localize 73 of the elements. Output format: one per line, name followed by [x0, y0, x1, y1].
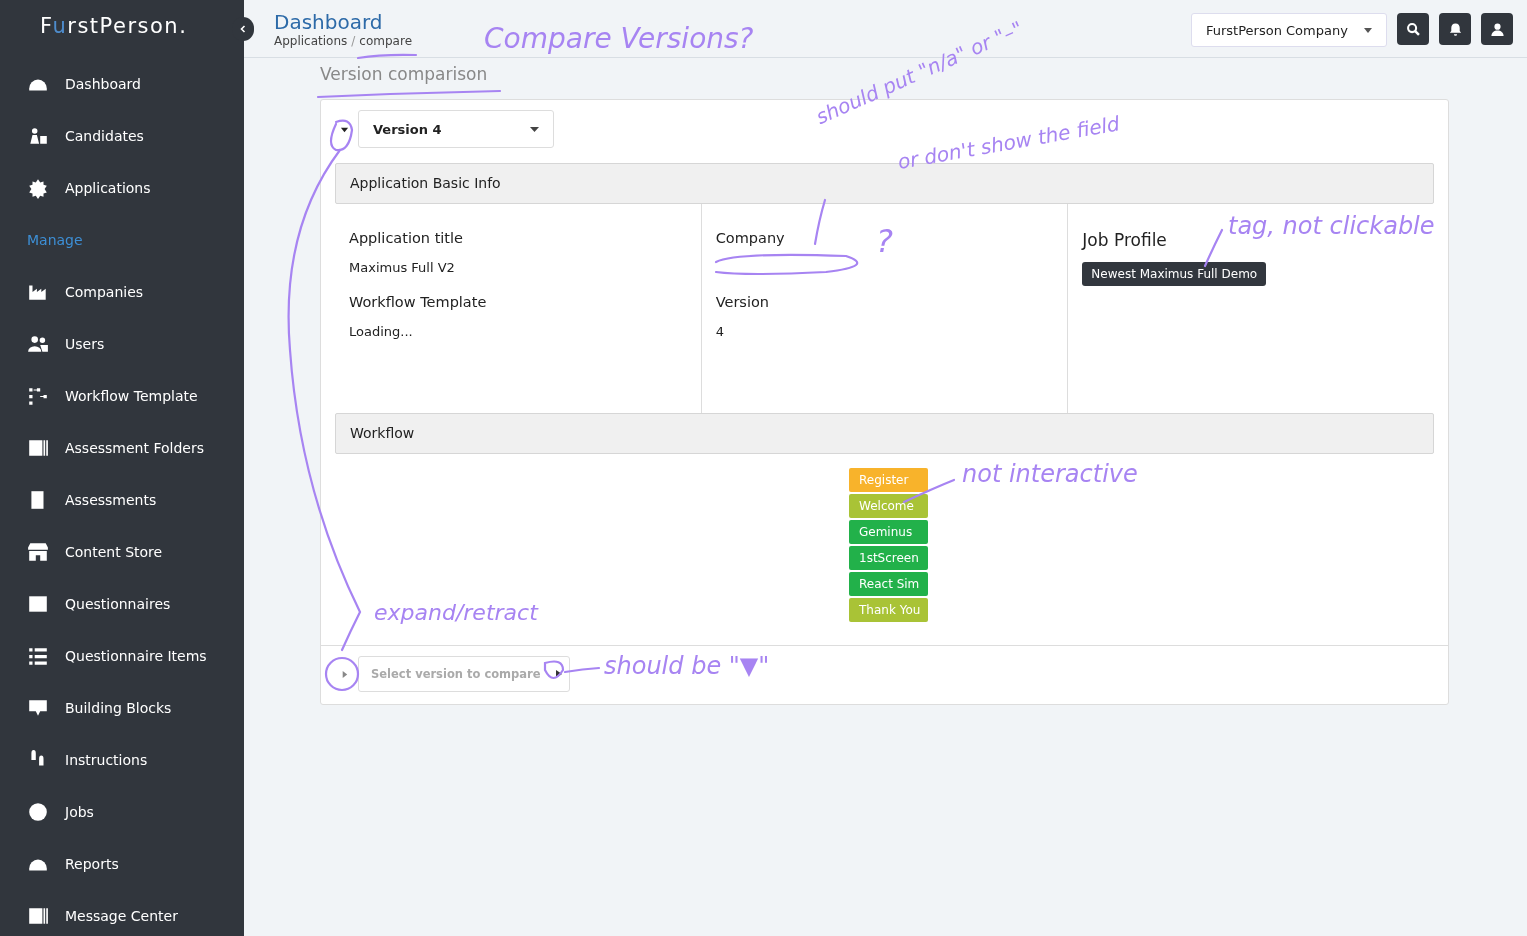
leader-line — [563, 666, 601, 674]
sidebar-item[interactable]: Questionnaires — [0, 578, 244, 630]
version-dropdown[interactable]: Version 4 — [358, 110, 554, 148]
sidebar-item[interactable]: Users — [0, 318, 244, 370]
workflow-step: Welcome — [849, 494, 928, 518]
sidebar-item[interactable]: Jobs — [0, 786, 244, 838]
breadcrumb-link[interactable]: Applications — [274, 34, 348, 48]
breadcrumb-separator: / — [351, 34, 356, 48]
nav-icon — [27, 125, 49, 147]
bell-icon — [1447, 21, 1463, 37]
workflow-step: Geminus — [849, 520, 928, 544]
sidebar-item[interactable]: Reports — [0, 838, 244, 890]
job-profile-tag: Newest Maximus Full Demo — [1082, 262, 1267, 286]
sidebar-item[interactable]: Instructions — [0, 734, 244, 786]
caret-icon — [556, 670, 562, 678]
caret-icon — [1364, 27, 1372, 33]
field-value: Loading... — [349, 324, 414, 340]
user-icon — [1489, 21, 1505, 37]
handwritten-note: should be "▼" — [604, 652, 770, 680]
annotation-underline — [356, 53, 418, 60]
sidebar-item[interactable]: Assessment Folders — [0, 422, 244, 474]
annotation-circle — [324, 656, 360, 692]
sidebar-item[interactable]: Candidates — [0, 110, 244, 162]
compare-version-dropdown[interactable]: Select version to compare — [358, 656, 570, 692]
section-header: Workflow — [335, 413, 1434, 454]
page-header-title: Dashboard — [274, 10, 384, 34]
search-icon — [1405, 21, 1421, 37]
field-label: Workflow Template — [349, 294, 487, 310]
sidebar-item[interactable]: Message Center — [0, 890, 244, 936]
sidebar-item[interactable]: Applications — [0, 162, 244, 214]
field-label: Version — [715, 294, 769, 310]
user-button[interactable] — [1481, 13, 1513, 45]
sidebar-section-label: Manage — [26, 231, 84, 250]
nav-icon — [27, 801, 49, 823]
nav-icon — [27, 333, 49, 355]
handwritten-note: not interactive — [962, 460, 1138, 488]
sidebar-item[interactable]: Questionnaire Items — [0, 630, 244, 682]
workflow-step: Register — [849, 468, 928, 492]
nav-icon — [27, 905, 49, 927]
field-label: Company — [715, 230, 785, 246]
handwritten-note: Compare Versions? — [484, 22, 754, 55]
notifications-button[interactable] — [1439, 13, 1471, 45]
sidebar-item[interactable]: Dashboard — [0, 58, 244, 110]
nav-icon — [27, 437, 49, 459]
sidebar-item[interactable]: Building Blocks — [0, 682, 244, 734]
sidebar-item[interactable]: Assessments — [0, 474, 244, 526]
handwritten-note: expand/retract — [374, 600, 538, 625]
nav-icon — [27, 593, 49, 615]
field-label: Job Profile — [1082, 230, 1168, 250]
search-button[interactable] — [1397, 13, 1429, 45]
handwritten-note: tag, not clickable — [1228, 212, 1435, 240]
sidebar-item[interactable]: Content Store — [0, 526, 244, 578]
company-dropdown[interactable]: FurstPerson Company — [1191, 13, 1387, 47]
breadcrumb-link[interactable]: compare — [359, 34, 412, 48]
handwritten-note: ? — [876, 222, 893, 260]
caret-icon — [530, 126, 539, 132]
field-value: Maximus Full V2 — [349, 260, 456, 276]
nav-icon — [27, 541, 49, 563]
nav-icon — [27, 177, 49, 199]
sidebar-item[interactable]: Workflow Template — [0, 370, 244, 422]
page-title: Version comparison — [320, 64, 488, 84]
logo: Fu rstPerson. — [40, 14, 188, 40]
leader-line — [813, 198, 827, 246]
chevron-left-icon — [238, 24, 248, 34]
field-value: 4 — [715, 324, 725, 340]
workflow-step: 1stScreen — [849, 546, 928, 570]
nav-icon — [27, 385, 49, 407]
leader-line — [1203, 228, 1224, 268]
field-label: Application title — [349, 230, 463, 246]
nav-icon — [27, 645, 49, 667]
sidebar-item[interactable]: Companies — [0, 266, 244, 318]
workflow-step: React Sim — [849, 572, 928, 596]
workflow-step: Thank You — [849, 598, 928, 622]
